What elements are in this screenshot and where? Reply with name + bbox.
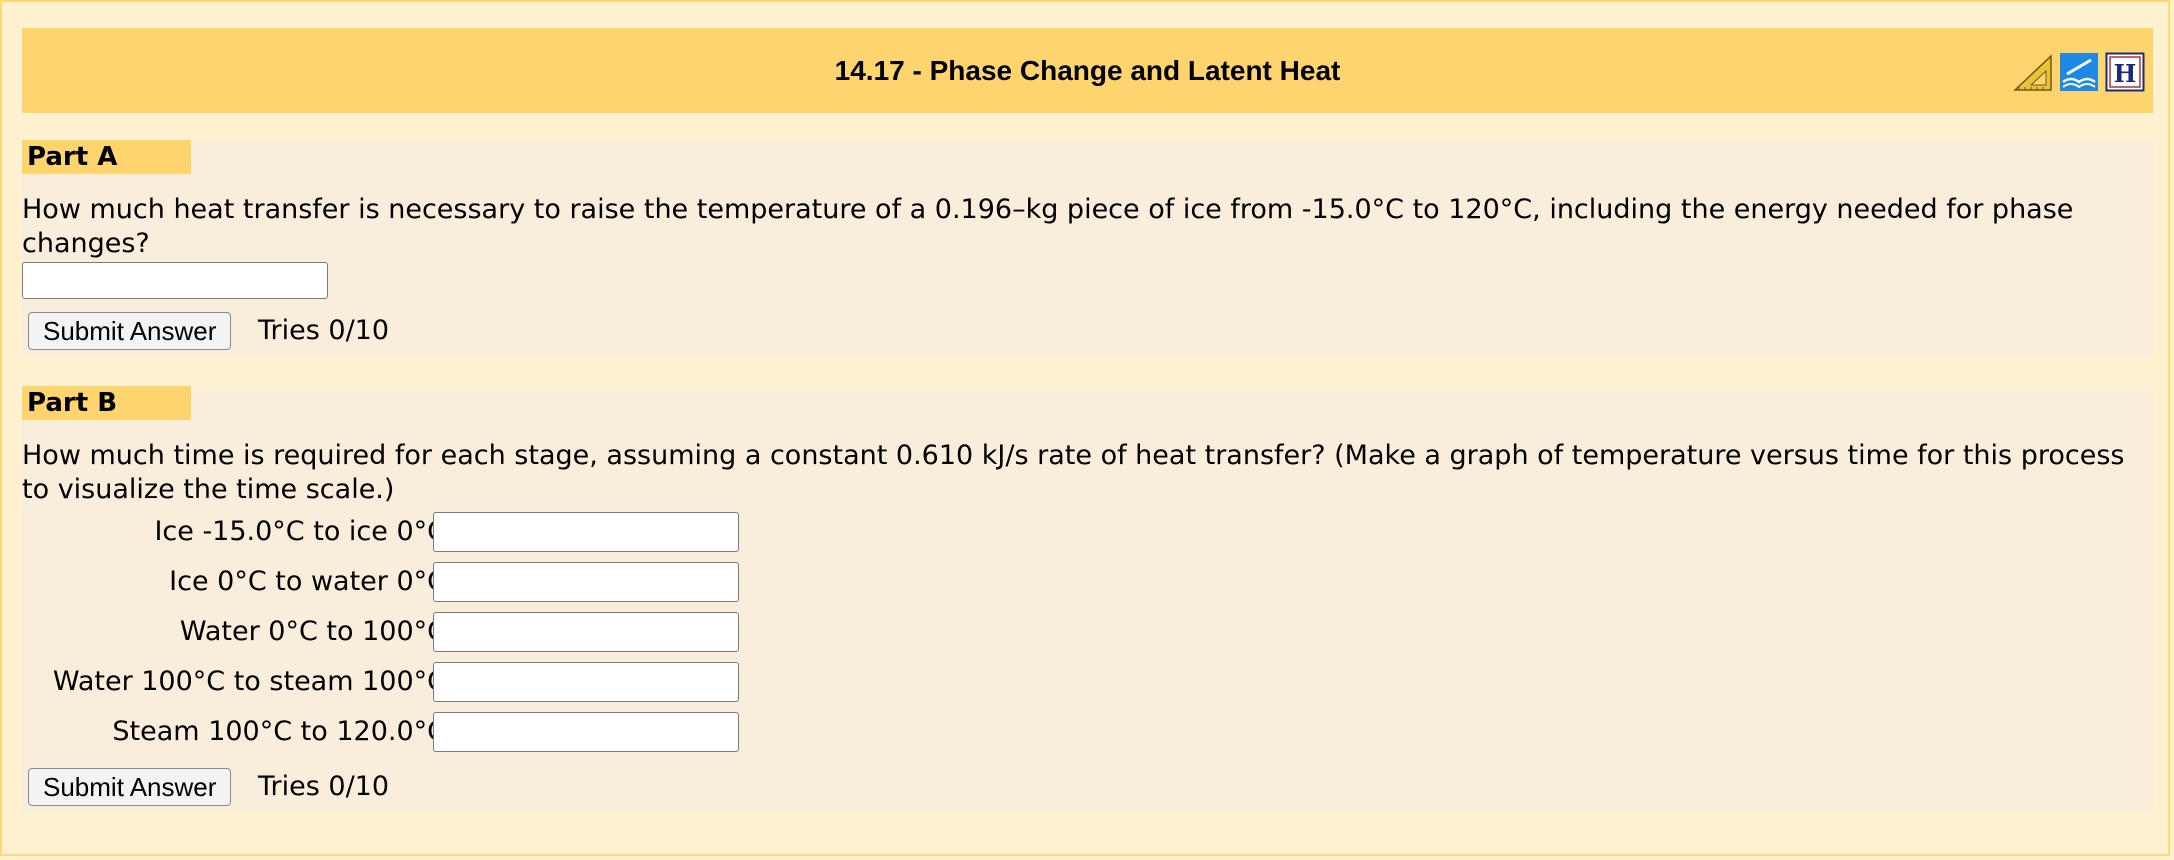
part-a-submit-button[interactable]: Submit Answer — [28, 312, 232, 350]
stage-2-label: Ice 0°C to water 0°C — [169, 566, 446, 597]
stage-3-input[interactable] — [433, 612, 739, 652]
part-a-label: Part A — [22, 140, 191, 174]
page-title: 14.17 - Phase Change and Latent Heat — [834, 55, 1341, 86]
svg-text:H: H — [2114, 59, 2137, 88]
stage-5-input[interactable] — [433, 712, 739, 752]
stage-3-label: Water 0°C to 100°C — [179, 616, 446, 647]
part-b-label: Part B — [22, 386, 191, 420]
part-a-panel: Part A How much heat transfer is necessa… — [22, 140, 2153, 357]
help-icon[interactable]: H — [2105, 52, 2145, 92]
stage-1-input[interactable] — [433, 512, 739, 552]
problem-header: 14.17 - Phase Change and Latent Heat H — [22, 28, 2153, 113]
book-icon[interactable] — [2059, 52, 2099, 92]
ruler-triangle-icon[interactable] — [2013, 52, 2053, 92]
part-a-tries: Tries 0/10 — [258, 315, 390, 346]
part-b-question: How much time is required for each stage… — [22, 440, 2125, 505]
part-a-question: How much heat transfer is necessary to r… — [22, 194, 2074, 259]
part-b-submit-button[interactable]: Submit Answer — [28, 768, 232, 806]
stage-1-label: Ice -15.0°C to ice 0°C — [154, 516, 446, 547]
stage-4-input[interactable] — [433, 662, 739, 702]
stage-5-label: Steam 100°C to 120.0°C — [112, 716, 446, 747]
stage-4-label: Water 100°C to steam 100°C — [52, 666, 446, 697]
heat-answer-input[interactable] — [22, 262, 328, 299]
part-b-panel: Part B How much time is required for eac… — [22, 386, 2153, 812]
part-b-tries: Tries 0/10 — [258, 771, 390, 802]
stage-2-input[interactable] — [433, 562, 739, 602]
header-tools: H — [2013, 52, 2145, 92]
